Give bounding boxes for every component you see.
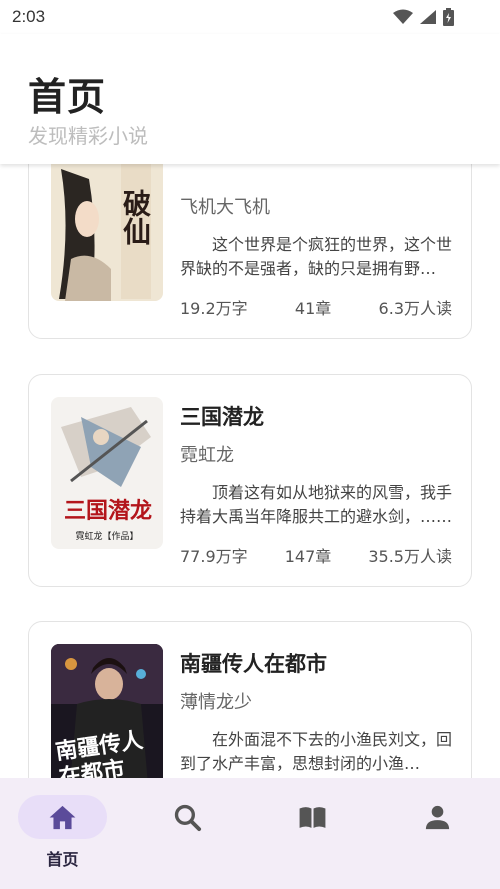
status-icons [393, 8, 454, 26]
cover-caption: 霓虹龙【作品】 [75, 532, 139, 542]
book-icon [299, 807, 326, 828]
nav-item-profile[interactable] [375, 778, 500, 889]
book-title: 三国潜龙 [180, 405, 264, 429]
signal-icon [420, 10, 436, 24]
book-cover: 南疆传人在都市 [51, 644, 163, 778]
nav-item-home[interactable]: 首页 [0, 778, 125, 889]
status-bar: 2:03 [0, 0, 500, 34]
battery-icon [443, 8, 454, 26]
page-title: 首页 [28, 75, 107, 119]
book-title: 南疆传人在都市 [180, 652, 327, 676]
reader-count: 6.3万人读 [378, 299, 452, 318]
nav-item-bookshelf[interactable] [250, 778, 375, 889]
book-stats: 19.2万字 41章 6.3万人读 [180, 295, 452, 319]
status-time: 2:03 [12, 7, 46, 26]
home-icon [49, 805, 76, 830]
reader-count: 35.5万人读 [368, 547, 452, 566]
book-card[interactable]: 破仙 飞机大飞机 这个世界是个疯狂的世界，这个世界缺的不是强者，缺的只是拥有野心… [28, 164, 472, 339]
book-author: 薄情龙少 [180, 692, 252, 713]
book-cover: 三国潜龙 霓虹龙【作品】 [51, 397, 163, 549]
book-list[interactable]: 破仙 飞机大飞机 这个世界是个疯狂的世界，这个世界缺的不是强者，缺的只是拥有野心… [0, 164, 500, 778]
book-description: 在外面混不下去的小渔民刘文，回到了水产丰富，思想封闭的小渔村。…… [180, 730, 452, 773]
book-description: 这个世界是个疯狂的世界，这个世界缺的不是强者，缺的只是拥有野心的人…… [180, 235, 452, 278]
page-header: 首页 发现精彩小说 [0, 34, 500, 164]
search-icon [174, 804, 202, 832]
wifi-icon [393, 9, 413, 24]
person-icon [425, 805, 450, 830]
bottom-navigation: 首页 [0, 778, 500, 889]
cover-title-text: 三国潜龙 [63, 498, 152, 524]
book-author: 霓虹龙 [180, 445, 234, 466]
book-cover: 破仙 [51, 164, 163, 301]
page-subtitle: 发现精彩小说 [28, 124, 148, 148]
chapter-count: 147章 [284, 547, 332, 566]
word-count: 19.2万字 [180, 299, 248, 318]
book-card[interactable]: 南疆传人在都市 南疆传人在都市 薄情龙少 在外面混不下去的小渔民刘文，回到了水产… [28, 621, 472, 778]
word-count: 77.9万字 [180, 547, 248, 566]
chapter-count: 41章 [294, 299, 332, 318]
cover-title-text: 破仙 [119, 189, 152, 245]
book-card[interactable]: 三国潜龙 霓虹龙【作品】 三国潜龙 霓虹龙 顶着这有如从地狱来的风雪，我手持着大… [28, 374, 472, 587]
book-description: 顶着这有如从地狱来的风雪，我手持着大禹当年降服共工的避水剑，…… [180, 483, 452, 526]
book-stats: 77.9万字 147章 35.5万人读 [180, 543, 452, 567]
nav-item-search[interactable] [125, 778, 250, 889]
nav-label-home: 首页 [46, 850, 79, 869]
book-author: 飞机大飞机 [180, 197, 270, 218]
